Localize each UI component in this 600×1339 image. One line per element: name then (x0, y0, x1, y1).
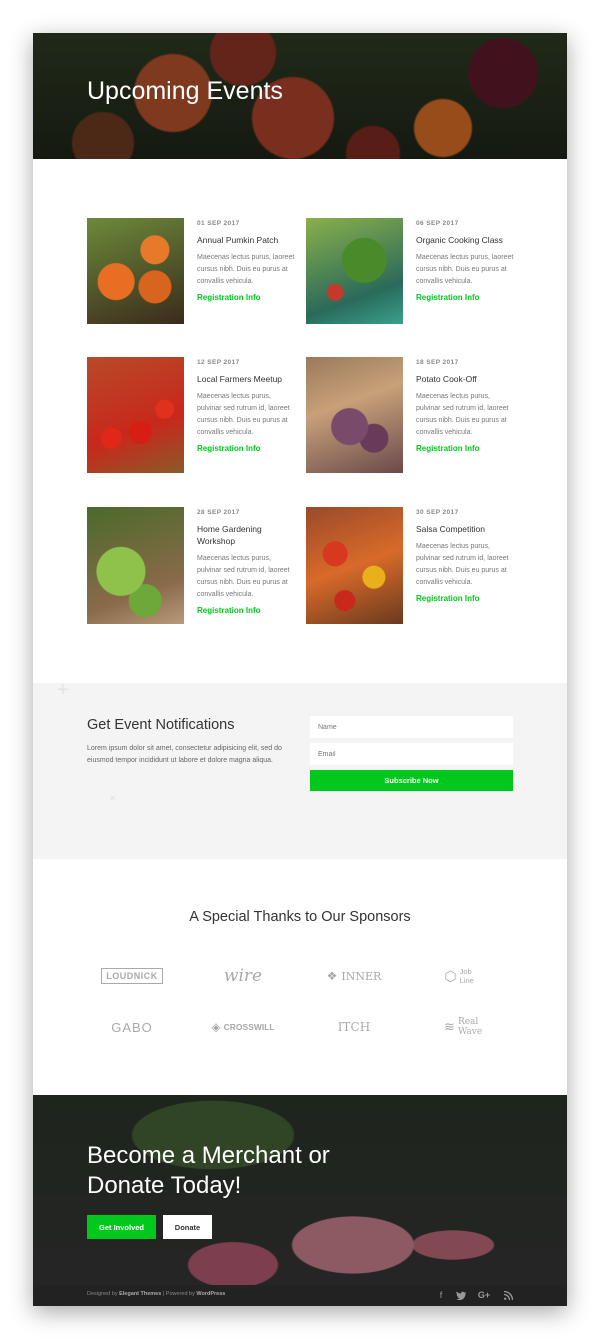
x-decoration-icon: × (109, 791, 117, 805)
page-title: Upcoming Events (87, 77, 283, 105)
event-card: 28 SEP 2017 Home Gardening Workshop Maec… (87, 507, 297, 627)
sponsor-logo-jobline[interactable]: ⬡ Job Line (419, 961, 509, 991)
google-plus-icon[interactable]: G+ (477, 1288, 491, 1302)
event-card: 06 SEP 2017 Organic Cooking Class Maecen… (306, 218, 516, 338)
event-description: Maecenas lectus purus, pulvinar sed rutr… (197, 393, 290, 436)
designer-link[interactable]: Elegant Themes (119, 1291, 161, 1297)
event-title[interactable]: Potato Cook-Off (416, 373, 516, 385)
event-description: Maecenas lectus purus, pulvinar sed rutr… (416, 393, 509, 436)
registration-link[interactable]: Registration Info (197, 606, 297, 615)
sponsor-logo-gabo[interactable]: GABO (87, 1012, 177, 1042)
cta-title-line1: Become a Merchant or (87, 1142, 330, 1169)
donate-button[interactable]: Donate (163, 1215, 212, 1239)
sponsors-title: A Special Thanks to Our Sponsors (189, 909, 411, 925)
notifications-text: Lorem ipsum dolor sit amet, consectetur … (87, 745, 282, 764)
footer-credits: Designed by Elegant Themes | Powered by … (87, 1291, 226, 1297)
event-date: 06 SEP 2017 (416, 220, 459, 227)
facebook-icon[interactable]: f (434, 1288, 448, 1302)
sponsor-logo-inner[interactable]: ❖ INNER (309, 961, 399, 991)
diamond-icon: ❖ (326, 969, 338, 983)
sponsor-logo-itch[interactable]: ITCH (309, 1012, 399, 1042)
page: Upcoming Events 01 SEP 2017 Annual Pumki… (33, 33, 567, 1306)
event-date: 30 SEP 2017 (416, 509, 459, 516)
registration-link[interactable]: Registration Info (416, 293, 516, 302)
email-field[interactable] (310, 743, 513, 765)
crosswill-mark-icon: ◈ (211, 1020, 221, 1034)
twitter-icon[interactable] (454, 1288, 468, 1302)
footer: Designed by Elegant Themes | Powered by … (33, 1285, 567, 1306)
rss-icon[interactable] (501, 1288, 515, 1302)
event-date: 18 SEP 2017 (416, 359, 459, 366)
event-title[interactable]: Organic Cooking Class (416, 234, 516, 246)
sponsor-logo-crosswill[interactable]: ◈ CROSSWILL (198, 1012, 288, 1042)
event-description: Maecenas lectus purus, pulvinar sed rutr… (416, 543, 509, 586)
event-card: 01 SEP 2017 Annual Pumkin Patch Maecenas… (87, 218, 297, 338)
registration-link[interactable]: Registration Info (416, 594, 516, 603)
sponsor-logo-realwave[interactable]: ≋ Real Wave (419, 1012, 509, 1042)
get-involved-button[interactable]: Get Involved (87, 1215, 156, 1239)
event-image[interactable] (87, 357, 184, 473)
cta-section: Become a Merchant or Donate Today! Get I… (33, 1095, 567, 1285)
registration-link[interactable]: Registration Info (416, 444, 516, 453)
hero-banner: Upcoming Events (33, 33, 567, 159)
event-date: 28 SEP 2017 (197, 509, 240, 516)
wave-icon: ≋ (444, 1019, 455, 1034)
name-field[interactable] (310, 716, 513, 738)
event-description: Maecenas lectus purus, laoreet cursus ni… (197, 254, 295, 285)
event-card: 12 SEP 2017 Local Farmers Meetup Maecena… (87, 357, 297, 477)
registration-link[interactable]: Registration Info (197, 444, 297, 453)
event-card: 18 SEP 2017 Potato Cook-Off Maecenas lec… (306, 357, 516, 477)
event-image[interactable] (306, 507, 403, 624)
event-image[interactable] (306, 218, 403, 324)
notifications-section: + × Get Event Notifications Lorem ipsum … (33, 679, 567, 859)
event-description: Maecenas lectus purus, pulvinar sed rutr… (197, 555, 290, 598)
notifications-title: Get Event Notifications (87, 717, 235, 733)
event-title[interactable]: Local Farmers Meetup (197, 373, 297, 385)
registration-link[interactable]: Registration Info (197, 293, 297, 302)
event-image[interactable] (87, 218, 184, 324)
event-date: 01 SEP 2017 (197, 220, 240, 227)
cta-title: Become a Merchant or Donate Today! (87, 1141, 387, 1201)
event-card: 30 SEP 2017 Salsa Competition Maecenas l… (306, 507, 516, 627)
event-image[interactable] (87, 507, 184, 624)
plus-decoration-icon: + (57, 679, 69, 701)
platform-link[interactable]: WordPress (196, 1291, 225, 1297)
event-description: Maecenas lectus purus, laoreet cursus ni… (416, 254, 514, 285)
sponsor-logo-loudnick[interactable]: LOUDNICK (87, 961, 177, 991)
event-title[interactable]: Home Gardening Workshop (197, 523, 297, 547)
hexagon-icon: ⬡ (444, 967, 457, 984)
sponsor-logo-wire[interactable]: wire (198, 961, 288, 991)
event-date: 12 SEP 2017 (197, 359, 240, 366)
event-title[interactable]: Annual Pumkin Patch (197, 234, 297, 246)
cta-title-line2: Donate Today! (87, 1172, 242, 1199)
event-image[interactable] (306, 357, 403, 473)
event-title[interactable]: Salsa Competition (416, 523, 516, 535)
subscribe-button[interactable]: Subscribe Now (310, 770, 513, 791)
